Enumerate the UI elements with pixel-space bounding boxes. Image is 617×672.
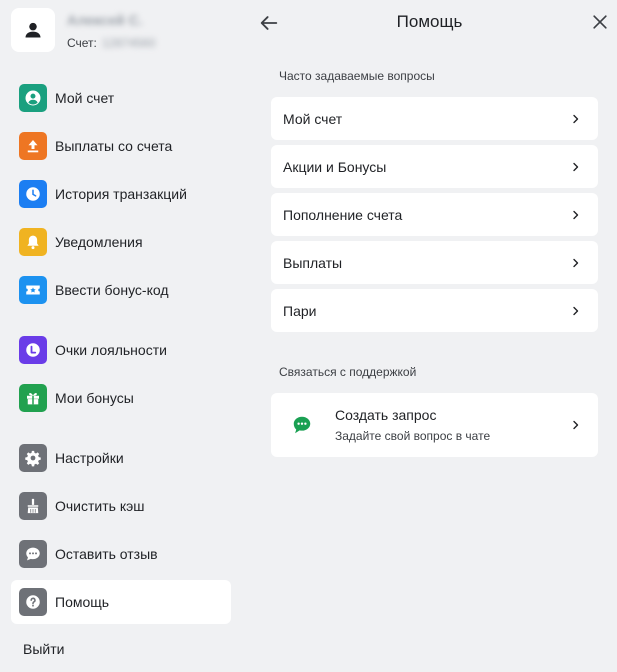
sidebar-item-settings[interactable]: Настройки (11, 436, 231, 480)
sidebar-item-label: Мои бонусы (55, 390, 134, 406)
sidebar-item-loyalty-points[interactable]: Очки лояльности (11, 328, 231, 372)
create-request-button[interactable]: Создать запрос Задайте свой вопрос в чат… (271, 393, 598, 457)
sidebar-item-notifications[interactable]: Уведомления (11, 220, 231, 264)
faq-item-label: Пополнение счета (283, 206, 403, 223)
sidebar-item-label: Выплаты со счета (55, 138, 173, 154)
sidebar-item-label: Очки лояльности (55, 342, 167, 358)
clock-icon (19, 180, 47, 208)
sidebar-item-label: Оставить отзыв (55, 546, 158, 562)
chat-bubble-icon (291, 414, 313, 436)
chevron-right-icon (568, 417, 584, 433)
chevron-right-icon (568, 303, 584, 319)
help-icon (19, 588, 47, 616)
support-section-title: Связаться с поддержкой (279, 365, 417, 379)
chevron-right-icon (568, 159, 584, 175)
bell-icon (19, 228, 47, 256)
create-request-title: Создать запрос (335, 407, 437, 423)
sidebar: Алексей С. Счет: 12874560 Мой счет Выпла… (0, 0, 242, 672)
sidebar-item-bonus-code[interactable]: Ввести бонус-код (11, 268, 231, 312)
logout-link[interactable]: Выйти (23, 641, 64, 657)
profile[interactable]: Алексей С. Счет: 12874560 (11, 8, 236, 54)
page-title: Помощь (396, 12, 463, 31)
create-request-subtitle: Задайте свой вопрос в чате (335, 429, 491, 443)
sidebar-item-label: Настройки (55, 450, 124, 466)
user-icon (25, 22, 41, 38)
user-name: Алексей С. (67, 12, 143, 28)
avatar (11, 8, 55, 52)
sidebar-item-label: Мой счет (55, 90, 115, 106)
sidebar-item-label: Уведомления (55, 234, 143, 250)
gift-icon (19, 384, 47, 412)
sidebar-item-feedback[interactable]: Оставить отзыв (11, 532, 231, 576)
close-icon[interactable] (590, 12, 610, 32)
chevron-right-icon (568, 255, 584, 271)
chevron-right-icon (568, 111, 584, 127)
upload-icon (19, 132, 47, 160)
faq-item-promotions[interactable]: Акции и Бонусы (271, 145, 598, 188)
broom-icon (19, 492, 47, 520)
sidebar-item-label: Помощь (55, 594, 110, 610)
account-number: 12874560 (102, 36, 156, 50)
faq-section-title: Часто задаваемые вопросы (279, 69, 435, 83)
faq-item-label: Выплаты (283, 254, 343, 271)
loyalty-icon (19, 336, 47, 364)
faq-item-label: Акции и Бонусы (283, 158, 387, 175)
sidebar-item-help[interactable]: Помощь (11, 580, 231, 624)
sidebar-item-withdrawals[interactable]: Выплаты со счета (11, 124, 231, 168)
chevron-right-icon (568, 207, 584, 223)
feedback-icon (19, 540, 47, 568)
faq-item-label: Мой счет (283, 110, 343, 127)
sidebar-item-my-account[interactable]: Мой счет (11, 76, 231, 120)
faq-item-deposit[interactable]: Пополнение счета (271, 193, 598, 236)
account-label: Счет: (67, 36, 97, 50)
faq-item-my-account[interactable]: Мой счет (271, 97, 598, 140)
sidebar-item-transaction-history[interactable]: История транзакций (11, 172, 231, 216)
help-panel: Помощь Часто задаваемые вопросы Мой счет… (242, 0, 617, 672)
gear-icon (19, 444, 47, 472)
account-circle-icon (19, 84, 47, 112)
sidebar-item-my-bonuses[interactable]: Мои бонусы (11, 376, 231, 420)
sidebar-item-label: Ввести бонус-код (55, 282, 169, 298)
ticket-star-icon (19, 276, 47, 304)
faq-item-payouts[interactable]: Выплаты (271, 241, 598, 284)
faq-item-bets[interactable]: Пари (271, 289, 598, 332)
sidebar-item-label: История транзакций (55, 186, 187, 202)
sidebar-item-label: Очистить кэш (55, 498, 145, 514)
sidebar-item-clear-cache[interactable]: Очистить кэш (11, 484, 231, 528)
faq-item-label: Пари (283, 302, 317, 319)
